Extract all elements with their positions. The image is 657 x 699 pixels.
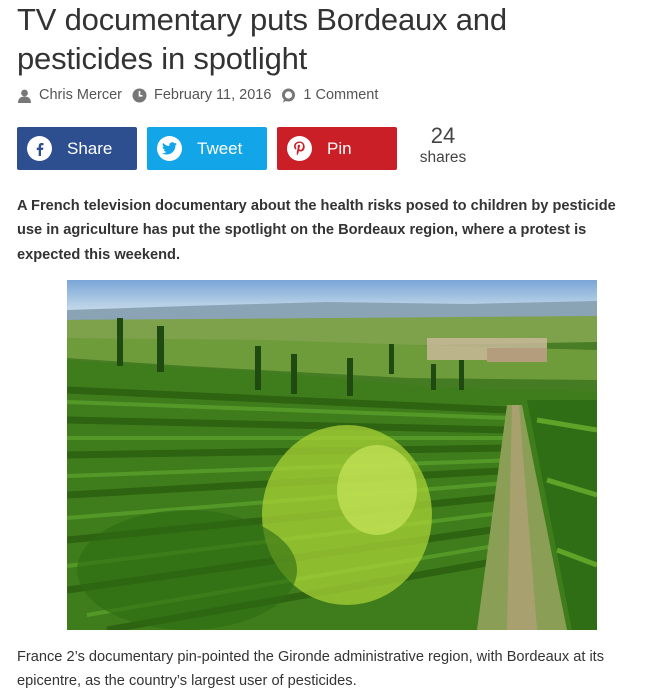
image-caption: France 2’s documentary pin-pointed the G…: [17, 649, 605, 690]
author-link[interactable]: Chris Mercer: [39, 87, 122, 103]
article-page: TV documentary puts Bordeaux and pestici…: [0, 0, 657, 699]
share-count: 24: [430, 123, 456, 148]
clock-icon: [132, 88, 147, 103]
facebook-icon: [27, 136, 52, 161]
article-lead: A French television documentary about th…: [17, 198, 616, 263]
twitter-tweet-button[interactable]: Tweet: [147, 127, 267, 170]
pinterest-pin-label: Pin: [327, 138, 352, 158]
share-count-label: shares: [419, 149, 467, 166]
pinterest-pin-button[interactable]: Pin: [277, 127, 397, 170]
article-meta: Chris Mercer February 11, 2016 1 Comment: [17, 85, 388, 105]
share-counter: 24 shares: [411, 123, 475, 167]
facebook-share-button[interactable]: Share: [17, 127, 137, 170]
share-bar: Share Tweet Pin 24 shares: [17, 123, 637, 170]
post-date: February 11, 2016: [153, 87, 272, 103]
facebook-share-label: Share: [67, 138, 113, 158]
pinterest-icon: [287, 136, 312, 161]
comments-link[interactable]: 1 Comment: [303, 87, 378, 103]
twitter-icon: [157, 136, 182, 161]
article-title: TV documentary puts Bordeaux and pestici…: [17, 2, 507, 76]
user-icon: [17, 88, 32, 103]
comment-icon: [281, 88, 296, 103]
vineyard-photo: [67, 280, 597, 630]
twitter-tweet-label: Tweet: [197, 138, 243, 158]
